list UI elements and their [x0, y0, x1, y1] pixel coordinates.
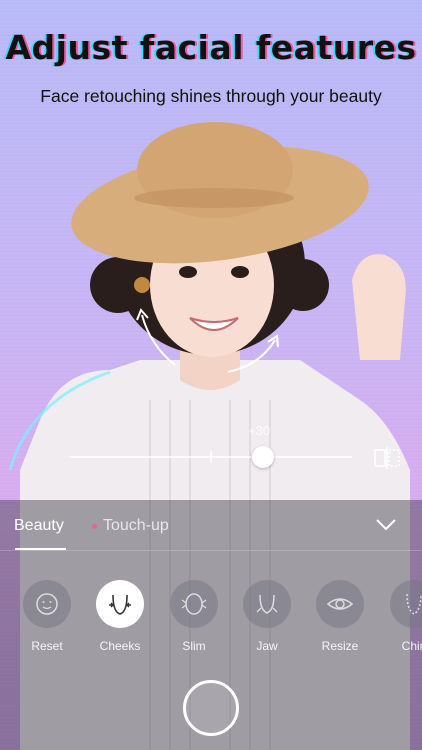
tab-beauty[interactable]: Beauty — [14, 517, 64, 535]
chin-icon — [390, 580, 422, 628]
tool-label: Cheeks — [99, 639, 141, 653]
tab-touch-up[interactable]: Touch-up — [103, 517, 169, 535]
jaw-icon — [243, 580, 291, 628]
compare-icon[interactable] — [374, 446, 400, 470]
tool-cheeks[interactable]: Cheeks — [90, 580, 150, 653]
cheeks-icon — [96, 580, 144, 628]
tool-label: Slim — [182, 639, 206, 653]
tool-label: Resize — [321, 639, 359, 653]
tool-label: Reset — [31, 639, 63, 653]
slim-face-icon — [170, 580, 218, 628]
eye-resize-icon — [316, 580, 364, 628]
panel-tabs: Beauty Touch-up — [0, 516, 422, 550]
tool-resize[interactable]: Resize — [310, 580, 370, 653]
slider-thumb[interactable] — [252, 446, 274, 468]
tool-row: Reset Cheeks Slim Jaw Resize Chin — [0, 580, 422, 660]
panel-divider — [0, 550, 422, 551]
tool-chin[interactable]: Chin — [384, 580, 422, 653]
tool-slim[interactable]: Slim — [164, 580, 224, 653]
capture-button[interactable] — [183, 680, 239, 736]
reset-face-icon — [23, 580, 71, 628]
slider-default-mark — [210, 451, 212, 463]
tool-label: Jaw — [256, 639, 278, 653]
new-indicator-dot — [92, 524, 97, 529]
tool-label: Chin — [401, 639, 422, 653]
tool-reset[interactable]: Reset — [17, 580, 77, 653]
chevron-down-icon[interactable] — [375, 518, 397, 532]
page-title: Adjust facial features — [5, 28, 417, 67]
slider-value: +30 — [248, 423, 271, 438]
tool-jaw[interactable]: Jaw — [237, 580, 297, 653]
page-subtitle: Face retouching shines through your beau… — [40, 86, 382, 106]
